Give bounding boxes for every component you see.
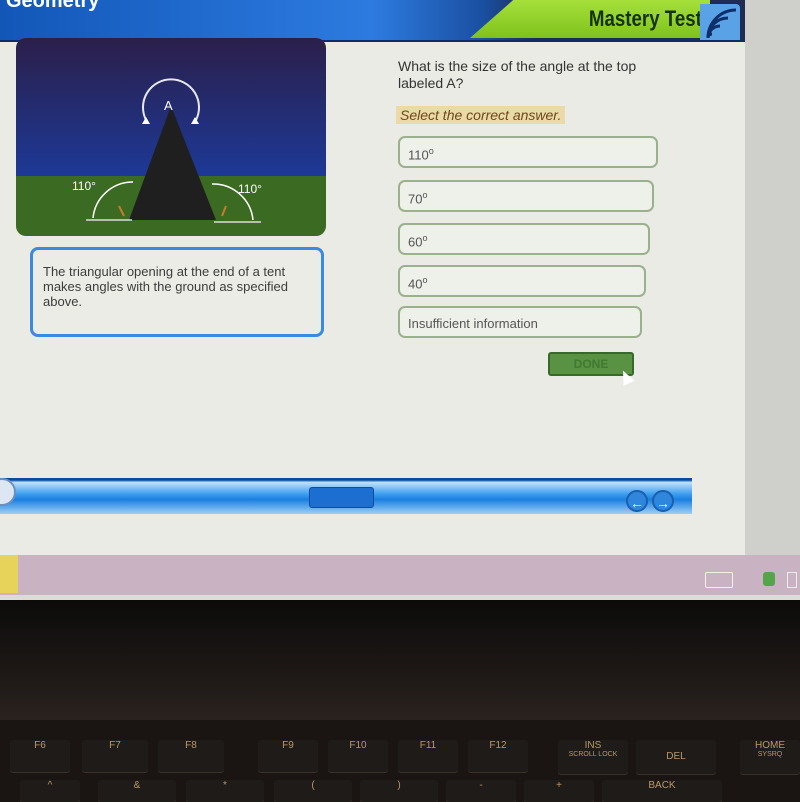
answer-option-70[interactable]: 70o: [398, 180, 654, 212]
key-f12: F12: [468, 740, 528, 772]
answer-option-110[interactable]: 110o: [398, 136, 658, 168]
taskbar: [0, 555, 800, 595]
keyboard: F6 F7 F8 F9 F10 F11 F12 INS SCROLL LOCK D…: [0, 735, 800, 802]
key-ins: INS SCROLL LOCK: [558, 740, 628, 774]
key-ampersand: &: [98, 780, 176, 802]
key-home: HOME SYSRQ: [740, 740, 800, 774]
key-del: DEL: [636, 740, 716, 774]
right-angle-label: 110°: [238, 182, 262, 196]
key-f7: F7: [82, 740, 148, 772]
next-button[interactable]: →: [652, 490, 674, 512]
keyboard-icon[interactable]: [705, 572, 733, 588]
problem-statement: The triangular opening at the end of a t…: [30, 247, 324, 337]
mastery-test-label: Mastery Test: [589, 6, 702, 31]
answer-option-40[interactable]: 40o: [398, 265, 646, 297]
key-backspace: BACK: [602, 780, 722, 802]
signal-icon: [700, 4, 740, 40]
arrow-left-icon: ←: [630, 495, 644, 511]
battery-icon[interactable]: [787, 572, 797, 588]
app-header: Geometry Mastery Test: [0, 0, 745, 42]
desktop-edge: [745, 0, 800, 560]
network-icon[interactable]: [763, 572, 775, 586]
key-paren-open: (: [274, 780, 352, 802]
answer-option-60[interactable]: 60o: [398, 223, 650, 255]
key-f9: F9: [258, 740, 318, 772]
instruction-text: Select the correct answer.: [396, 106, 566, 124]
vertex-label: A: [164, 98, 173, 113]
key-caret: ^: [20, 780, 80, 802]
problem-text: The triangular opening at the end of a t…: [43, 264, 288, 309]
left-angle-label: 110°: [72, 179, 96, 193]
tent-diagram: A 110° 110°: [16, 38, 326, 236]
key-f8: F8: [158, 740, 224, 772]
key-f6: F6: [10, 740, 70, 772]
question-text: What is the size of the angle at the top…: [398, 58, 637, 91]
key-minus: -: [446, 780, 516, 802]
answer-option-insufficient[interactable]: Insufficient information: [398, 306, 642, 338]
previous-button[interactable]: ←: [626, 490, 648, 512]
app-title: Geometry: [6, 0, 100, 12]
key-f10: F10: [328, 740, 388, 772]
key-f11: F11: [398, 740, 458, 772]
browser-icon[interactable]: [0, 555, 18, 593]
mastery-test-banner: Mastery Test: [470, 0, 710, 38]
app-window: Geometry Mastery Test A 110° 110° The tr…: [0, 0, 745, 555]
key-asterisk: *: [186, 780, 264, 802]
progress-button[interactable]: [309, 487, 374, 508]
key-paren-close: ): [360, 780, 438, 802]
arrow-right-icon: →: [656, 495, 670, 511]
screen: Geometry Mastery Test A 110° 110° The tr…: [0, 0, 800, 600]
key-plus: +: [524, 780, 594, 802]
laptop-bezel: [0, 600, 800, 720]
